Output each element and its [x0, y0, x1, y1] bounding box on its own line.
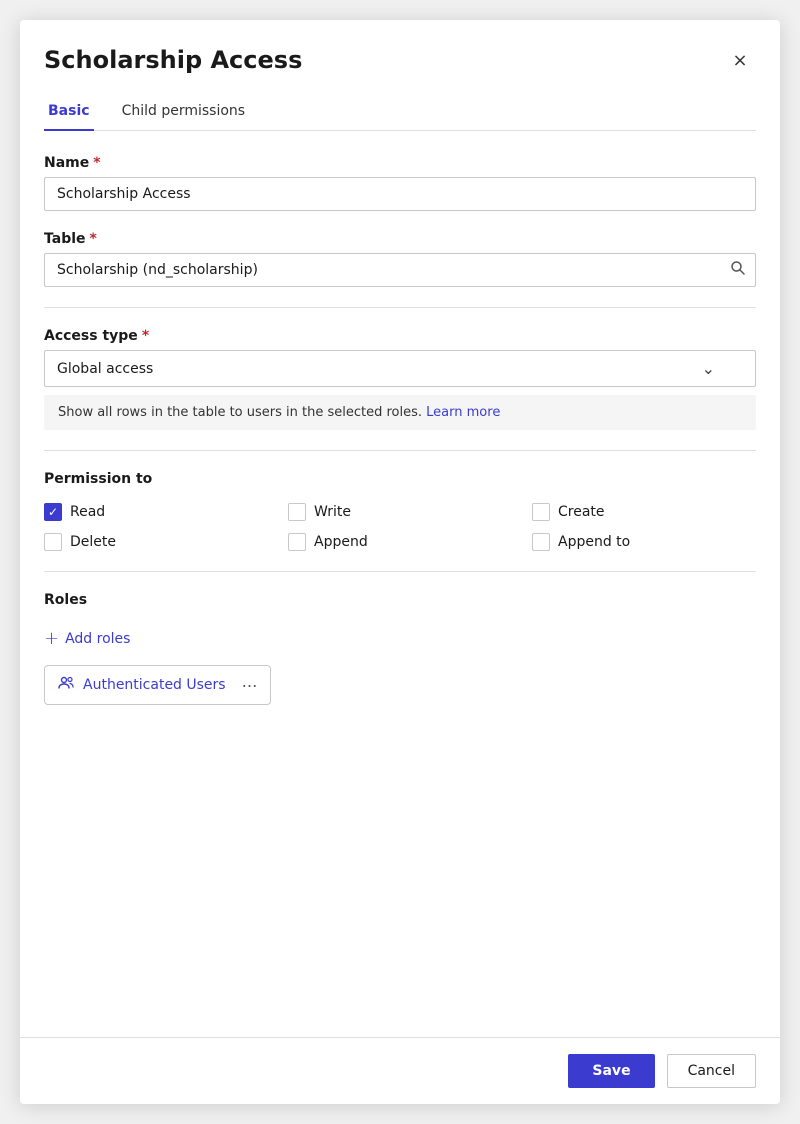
divider-1 — [44, 307, 756, 308]
access-type-select[interactable]: Global access ⌄ — [44, 350, 756, 387]
learn-more-link[interactable]: Learn more — [426, 405, 500, 420]
role-tag-label: Authenticated Users — [83, 677, 226, 693]
user-group-icon — [57, 674, 75, 696]
table-input[interactable] — [44, 253, 756, 287]
table-required-star: * — [90, 231, 97, 247]
permissions-grid: Read Write Create Delete — [44, 503, 756, 551]
cancel-button[interactable]: Cancel — [667, 1054, 756, 1088]
list-item[interactable]: Authenticated Users ⋯ — [44, 665, 271, 705]
permission-write-label: Write — [314, 504, 351, 520]
permission-read-label: Read — [70, 504, 105, 520]
access-type-required-star: * — [142, 328, 149, 344]
roles-title: Roles — [44, 592, 756, 608]
plus-icon: + — [44, 628, 59, 649]
access-type-field-group: Access type * Global access ⌄ Show all r… — [44, 328, 756, 430]
checkbox-create — [532, 503, 550, 521]
checkbox-read — [44, 503, 62, 521]
tabs-container: Basic Child permissions — [44, 92, 756, 131]
more-options-icon[interactable]: ⋯ — [242, 676, 258, 695]
dialog-footer: Save Cancel — [20, 1037, 780, 1104]
save-button[interactable]: Save — [568, 1054, 654, 1088]
permission-write[interactable]: Write — [288, 503, 512, 521]
permission-create-label: Create — [558, 504, 605, 520]
permission-append[interactable]: Append — [288, 533, 512, 551]
permission-append-to-label: Append to — [558, 534, 630, 550]
dialog-header: Scholarship Access × — [20, 20, 780, 76]
permissions-section: Permission to Read Write Create — [44, 471, 756, 551]
tab-basic[interactable]: Basic — [44, 93, 94, 131]
dialog-content: Basic Child permissions Name * Table * — [20, 76, 780, 1037]
permission-read[interactable]: Read — [44, 503, 268, 521]
divider-2 — [44, 450, 756, 451]
permissions-title: Permission to — [44, 471, 756, 487]
name-input[interactable] — [44, 177, 756, 211]
permission-delete[interactable]: Delete — [44, 533, 268, 551]
table-search-wrapper — [44, 253, 756, 287]
permission-append-label: Append — [314, 534, 368, 550]
checkbox-write — [288, 503, 306, 521]
permission-append-to[interactable]: Append to — [532, 533, 756, 551]
access-type-value: Global access — [57, 361, 153, 377]
chevron-down-icon: ⌄ — [702, 359, 715, 378]
access-type-label: Access type * — [44, 328, 756, 344]
checkbox-append-to — [532, 533, 550, 551]
roles-section: Roles + Add roles Authenticated Use — [44, 592, 756, 705]
tab-child-permissions[interactable]: Child permissions — [118, 93, 250, 131]
close-button[interactable]: × — [724, 44, 756, 76]
add-roles-button[interactable]: + Add roles — [44, 624, 130, 653]
table-search-icon[interactable] — [730, 260, 746, 280]
permission-delete-label: Delete — [70, 534, 116, 550]
roles-list: Authenticated Users ⋯ — [44, 665, 756, 705]
dialog-title: Scholarship Access — [44, 46, 302, 74]
divider-3 — [44, 571, 756, 572]
checkbox-delete — [44, 533, 62, 551]
checkbox-append — [288, 533, 306, 551]
dialog: Scholarship Access × Basic Child permiss… — [20, 20, 780, 1104]
permission-create[interactable]: Create — [532, 503, 756, 521]
table-label: Table * — [44, 231, 756, 247]
table-field-group: Table * — [44, 231, 756, 287]
name-label: Name * — [44, 155, 756, 171]
name-field-group: Name * — [44, 155, 756, 211]
name-required-star: * — [93, 155, 100, 171]
access-type-select-wrapper: Global access ⌄ — [44, 350, 756, 387]
access-type-info: Show all rows in the table to users in t… — [44, 395, 756, 430]
